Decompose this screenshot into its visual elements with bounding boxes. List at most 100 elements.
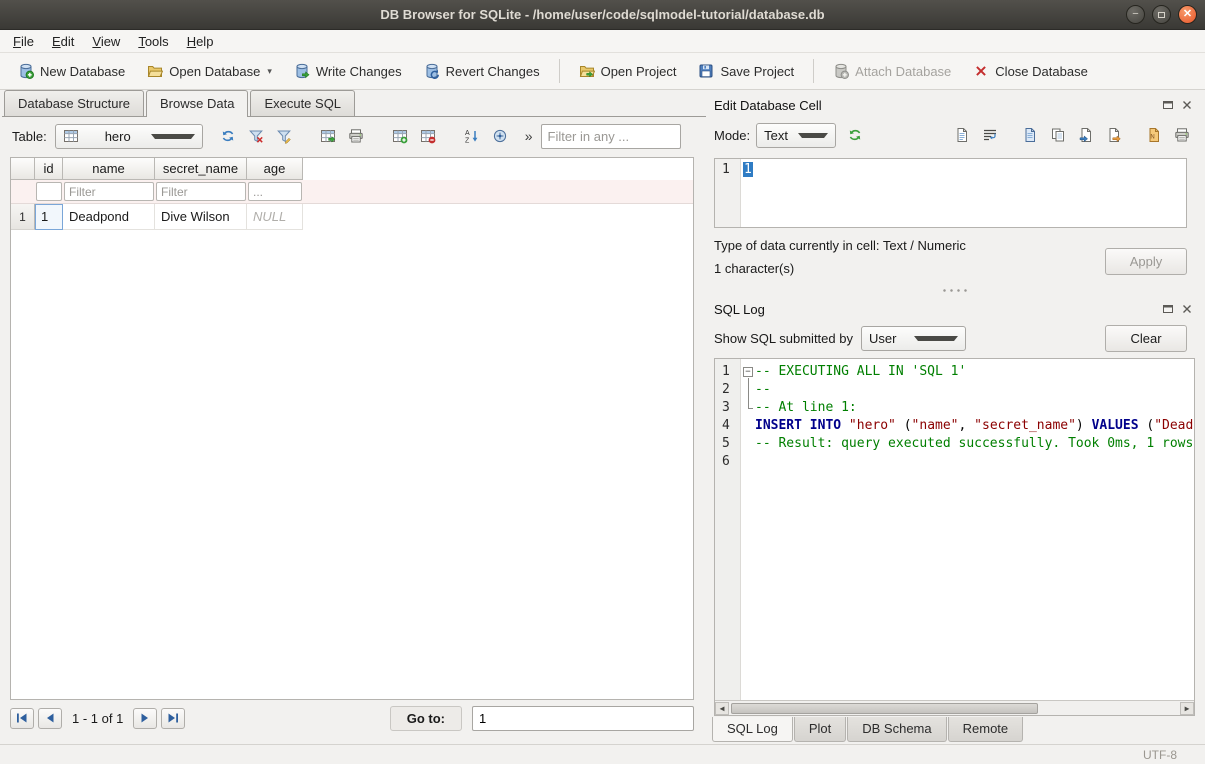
close-database-icon xyxy=(973,63,989,79)
cell-id[interactable]: 1 xyxy=(35,204,63,230)
next-record-button[interactable] xyxy=(133,708,157,729)
filter-input-name[interactable] xyxy=(64,182,154,201)
sql-log-title: SQL Log xyxy=(714,302,1157,317)
close-icon[interactable]: ✕ xyxy=(1178,5,1197,24)
open-project-button[interactable]: Open Project xyxy=(569,58,687,84)
dock-tab-plot[interactable]: Plot xyxy=(794,717,846,742)
dock-tab-bar: SQL LogPlotDB SchemaRemote xyxy=(712,716,1197,744)
cell-name[interactable]: Deadpond xyxy=(63,204,155,230)
edit-cell-titlebar: Edit Database Cell xyxy=(712,92,1197,116)
filter-any-column-input[interactable] xyxy=(541,124,681,149)
cell-secret-name[interactable]: Dive Wilson xyxy=(155,204,247,230)
clear-filters-button[interactable] xyxy=(243,123,269,149)
scroll-right-icon[interactable]: ▶ xyxy=(1180,702,1194,715)
text-view-button[interactable] xyxy=(949,122,975,148)
filter-input-secret-name[interactable] xyxy=(156,182,246,201)
refresh-button[interactable] xyxy=(215,123,241,149)
open-file-button[interactable] xyxy=(1017,122,1043,148)
menu-view[interactable]: View xyxy=(83,32,129,51)
import-data-button[interactable] xyxy=(1073,122,1099,148)
table-select[interactable]: hero xyxy=(55,124,203,149)
fold-box-icon[interactable]: − xyxy=(743,367,753,377)
tab-browse-data[interactable]: Browse Data xyxy=(146,90,248,117)
toolbar-button-label: Save Project xyxy=(720,64,794,79)
code-line: 6 xyxy=(715,453,1194,471)
save-project-button[interactable]: Save Project xyxy=(688,58,804,84)
scrollbar-thumb[interactable] xyxy=(731,703,1038,714)
column-header-secret-name[interactable]: secret_name xyxy=(155,158,247,180)
maximize-icon[interactable] xyxy=(1152,5,1171,24)
insert-record-button[interactable] xyxy=(387,123,413,149)
first-record-button[interactable] xyxy=(10,708,34,729)
svg-text:N: N xyxy=(1150,135,1154,141)
column-header-age[interactable]: age xyxy=(247,158,303,180)
menu-help[interactable]: Help xyxy=(178,32,223,51)
tab-execute-sql[interactable]: Execute SQL xyxy=(250,90,355,116)
copy-cell-button[interactable] xyxy=(1045,122,1071,148)
goto-button[interactable]: Go to: xyxy=(390,706,462,731)
print-cell-button[interactable] xyxy=(1169,122,1195,148)
minimize-icon[interactable]: − xyxy=(1126,5,1145,24)
sql-log-editor[interactable]: 1−-- EXECUTING ALL IN 'SQL 1'2--3-- At l… xyxy=(714,358,1195,716)
menu-edit[interactable]: Edit xyxy=(43,32,83,51)
sql-source-select[interactable]: User xyxy=(861,326,966,351)
grid-header-row: idnamesecret_nameage xyxy=(11,158,693,180)
write-changes-icon xyxy=(294,63,310,79)
mode-select[interactable]: Text xyxy=(756,123,836,148)
line-number: 3 xyxy=(715,399,741,417)
close-panel-icon[interactable] xyxy=(1179,301,1195,317)
delete-record-button[interactable] xyxy=(415,123,441,149)
word-wrap-button[interactable] xyxy=(977,122,1003,148)
open-database-button[interactable]: Open Database▾ xyxy=(137,58,282,84)
attach-database-icon xyxy=(833,63,849,79)
export-records-button[interactable] xyxy=(315,123,341,149)
previous-record-button[interactable] xyxy=(38,708,62,729)
record-count-label: 1 - 1 of 1 xyxy=(72,711,123,726)
float-panel-icon[interactable] xyxy=(1160,97,1176,113)
dock-tab-sql-log[interactable]: SQL Log xyxy=(712,717,793,742)
column-header-id[interactable]: id xyxy=(35,158,63,180)
toolbar-overflow-chevron[interactable]: » xyxy=(525,128,533,144)
cell-age[interactable]: NULL xyxy=(247,204,303,230)
sort-records-button[interactable]: AZ xyxy=(459,123,485,149)
code-text: -- At line 1: xyxy=(755,399,857,417)
set-null-button[interactable]: N xyxy=(1141,122,1167,148)
last-record-button[interactable] xyxy=(161,708,185,729)
attach-database-button[interactable]: Attach Database xyxy=(823,58,961,84)
auto-format-button[interactable] xyxy=(842,122,868,148)
export-data-button[interactable] xyxy=(1101,122,1127,148)
fold-marker xyxy=(741,399,755,417)
menu-file[interactable]: File xyxy=(4,32,43,51)
open-project-icon xyxy=(579,63,595,79)
scroll-left-icon[interactable]: ◀ xyxy=(715,702,729,715)
code-text: INSERT INTO "hero" ("name", "secret_name… xyxy=(755,417,1194,435)
filter-input-id[interactable] xyxy=(36,182,62,201)
float-panel-icon[interactable] xyxy=(1160,301,1176,317)
print-button[interactable] xyxy=(343,123,369,149)
dock-tab-remote[interactable]: Remote xyxy=(948,717,1024,742)
dock-tab-db-schema[interactable]: DB Schema xyxy=(847,717,946,742)
panel-splitter[interactable] xyxy=(712,284,1197,296)
menubar: FileEditViewToolsHelp xyxy=(0,30,1205,53)
fold-marker[interactable]: − xyxy=(741,363,755,381)
column-header-name[interactable]: name xyxy=(63,158,155,180)
filter-input-age[interactable] xyxy=(248,182,302,201)
row-number[interactable]: 1 xyxy=(11,204,35,230)
clear-log-button[interactable]: Clear xyxy=(1105,325,1187,352)
table-select-value: hero xyxy=(105,129,141,144)
tab-database-structure[interactable]: Database Structure xyxy=(4,90,144,116)
cell-editor[interactable]: 1 1 xyxy=(714,158,1187,228)
filter-cell xyxy=(155,180,247,203)
apply-button[interactable]: Apply xyxy=(1105,248,1187,275)
dropdown-arrow-icon[interactable]: ▾ xyxy=(267,66,272,77)
revert-changes-button[interactable]: Revert Changes xyxy=(414,58,550,84)
new-database-button[interactable]: New Database xyxy=(8,58,135,84)
close-database-button[interactable]: Close Database xyxy=(963,58,1098,84)
menu-tools[interactable]: Tools xyxy=(129,32,177,51)
close-panel-icon[interactable] xyxy=(1179,97,1195,113)
write-changes-button[interactable]: Write Changes xyxy=(284,58,412,84)
goto-cell-button[interactable] xyxy=(487,123,513,149)
horizontal-scrollbar[interactable]: ◀ ▶ xyxy=(715,700,1194,715)
filter-options-button[interactable] xyxy=(271,123,297,149)
goto-record-input[interactable] xyxy=(472,706,694,731)
